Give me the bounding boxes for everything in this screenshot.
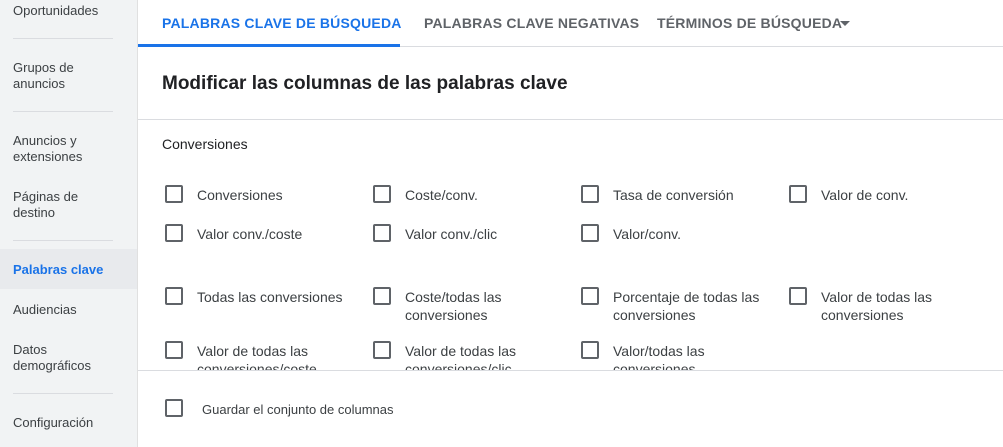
option-label: Valor/todas las conversiones <box>613 343 705 370</box>
checkbox[interactable] <box>373 287 391 305</box>
sidebar-item-oportunidades[interactable]: Oportunidades <box>13 3 98 19</box>
panel-divider <box>138 119 1003 120</box>
option-label: Valor de todas las conversiones/clic <box>405 343 517 370</box>
sidebar: Oportunidades Grupos de anuncios Anuncio… <box>0 0 138 447</box>
sidebar-divider <box>13 240 113 241</box>
section-title: Conversiones <box>162 136 248 152</box>
option-label: Porcentaje de todas las conversiones <box>613 289 760 323</box>
checkbox[interactable] <box>581 287 599 305</box>
tab-palabras-clave-de-busqueda[interactable]: PALABRAS CLAVE DE BÚSQUEDA <box>162 15 402 31</box>
option-label: Valor conv./coste <box>197 226 303 242</box>
checkbox[interactable] <box>165 224 183 242</box>
option-label: Todas las conversiones <box>197 289 343 305</box>
tab-bar: PALABRAS CLAVE DE BÚSQUEDA PALABRAS CLAV… <box>138 0 1003 47</box>
checkbox[interactable] <box>373 185 391 203</box>
option-label: Conversiones <box>197 187 283 203</box>
panel-title: Modificar las columnas de las palabras c… <box>162 73 568 94</box>
sidebar-divider <box>13 38 113 39</box>
sidebar-item-palabras-clave[interactable]: Palabras clave <box>13 262 103 278</box>
sidebar-item-grupos-de-anuncios[interactable]: Grupos de anuncios <box>13 60 113 92</box>
footer-divider <box>138 370 1003 371</box>
option-label: Valor/conv. <box>613 226 681 242</box>
option-label: Coste/conv. <box>405 187 478 203</box>
checkbox[interactable] <box>581 185 599 203</box>
option-label: Valor de conv. <box>821 187 909 203</box>
tab-terminos-de-busqueda[interactable]: TÉRMINOS DE BÚSQUEDA <box>657 15 842 31</box>
option-label: Valor de todas las conversiones/coste <box>197 343 317 370</box>
option-label: Valor conv./clic <box>405 226 498 242</box>
checkbox[interactable] <box>165 399 183 417</box>
sidebar-item-configuracion[interactable]: Configuración <box>13 415 93 431</box>
sidebar-item-anuncios-y-extensiones[interactable]: Anuncios y extensiones <box>13 133 113 165</box>
sidebar-item-audiencias[interactable]: Audiencias <box>13 302 77 318</box>
option-label: Valor de todas las conversiones <box>821 289 933 323</box>
sidebar-item-paginas-de-destino[interactable]: Páginas de destino <box>13 189 103 221</box>
chevron-down-icon[interactable] <box>840 21 850 26</box>
checkbox[interactable] <box>789 185 807 203</box>
option-label: Coste/todas las conversiones <box>405 289 502 323</box>
checkbox[interactable] <box>789 287 807 305</box>
sidebar-divider <box>13 111 113 112</box>
save-column-set-label: Guardar el conjunto de columnas <box>202 402 394 417</box>
checkbox[interactable] <box>165 341 183 359</box>
checkbox[interactable] <box>165 185 183 203</box>
option-label: Tasa de conversión <box>613 187 734 203</box>
sidebar-divider <box>13 393 113 394</box>
tab-palabras-clave-negativas[interactable]: PALABRAS CLAVE NEGATIVAS <box>424 15 639 31</box>
column-options-list[interactable]: Conversiones Coste/conv. Tasa de convers… <box>138 170 1003 370</box>
checkbox[interactable] <box>581 341 599 359</box>
checkbox[interactable] <box>373 224 391 242</box>
checkbox[interactable] <box>165 287 183 305</box>
checkbox[interactable] <box>373 341 391 359</box>
sidebar-item-datos-demograficos[interactable]: Datos demográficos <box>13 342 113 374</box>
checkbox[interactable] <box>581 224 599 242</box>
active-tab-indicator <box>138 44 400 47</box>
